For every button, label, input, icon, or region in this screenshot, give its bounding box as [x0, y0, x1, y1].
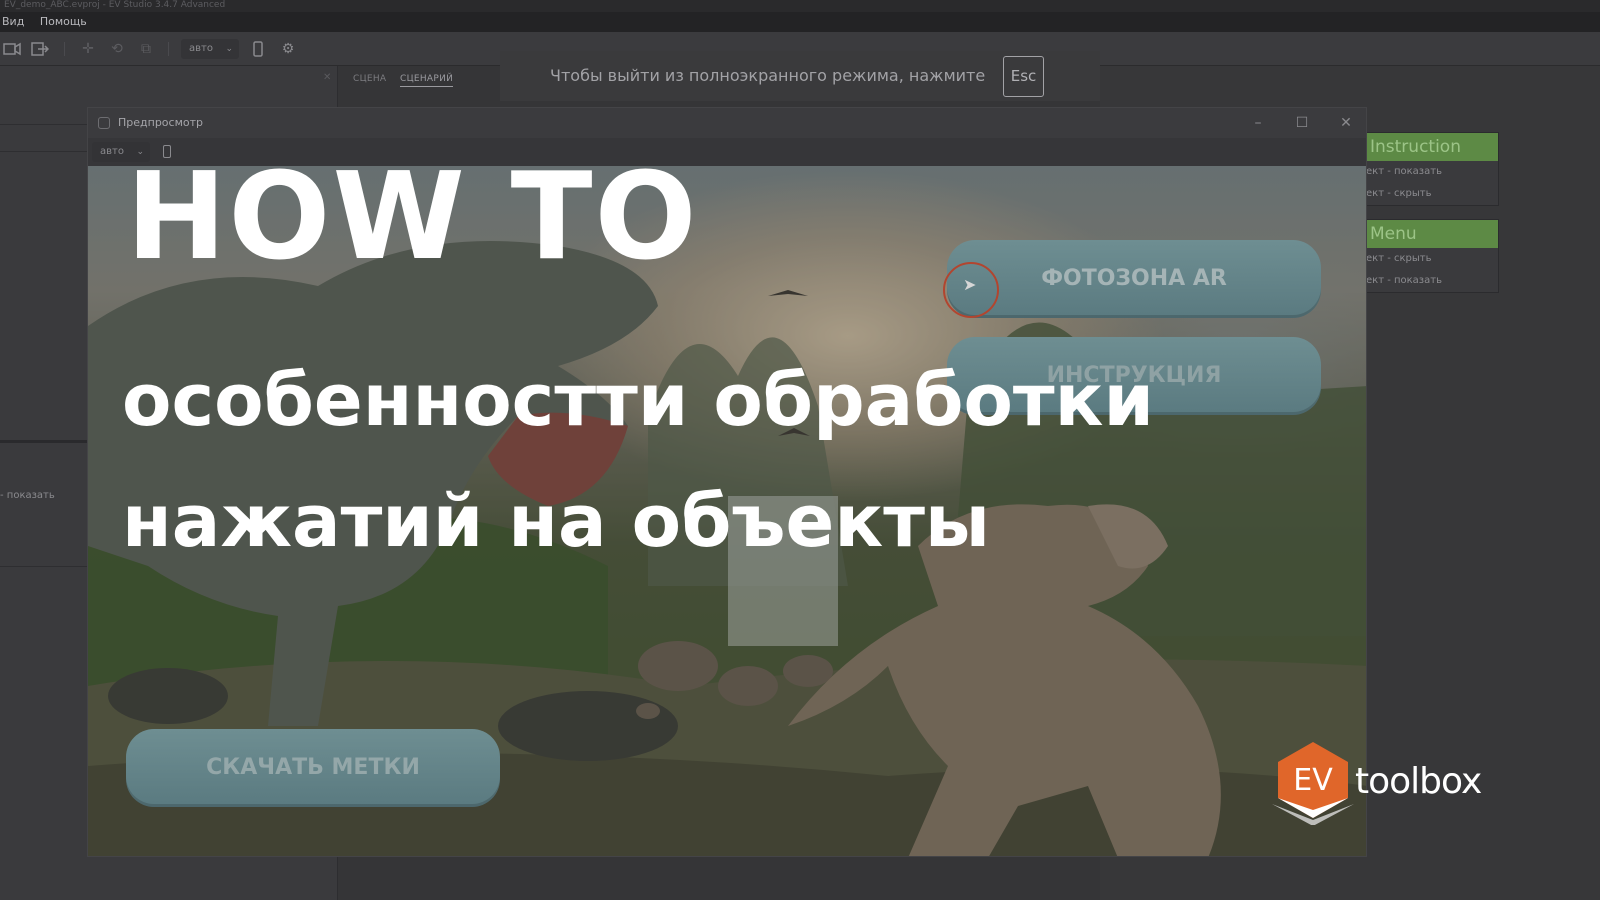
menu-help[interactable]: Помощь [40, 15, 87, 28]
tab-scene[interactable]: СЦЕНА [353, 74, 386, 84]
preview-titlebar: Предпросмотр – ☐ ✕ [88, 108, 1366, 138]
preview-scale-value: авто [100, 146, 124, 157]
maximize-icon[interactable]: ☐ [1282, 108, 1322, 138]
action-show-label: - показать [0, 490, 55, 501]
scenario-node-instruction[interactable]: Instruction ект - показать ект - скрыть [1365, 132, 1499, 206]
download-markers-button[interactable]: СКАЧАТЬ МЕТКИ [126, 729, 500, 807]
minimize-icon[interactable]: – [1238, 108, 1278, 138]
phone-icon[interactable] [249, 41, 267, 57]
logo-mark-text: EV [1293, 763, 1333, 798]
preview-app-icon [98, 117, 110, 129]
close-icon[interactable]: ✕ [323, 72, 331, 83]
logo-name: toolbox [1355, 761, 1482, 802]
node-title: Instruction [1366, 133, 1498, 161]
node-row[interactable]: ект - показать [1366, 161, 1498, 183]
close-icon[interactable]: ✕ [1326, 108, 1366, 138]
ev-logo-mark: EV [1272, 742, 1354, 826]
window-title: EV_demo_ABC.evproj - EV Studio 3.4.7 Adv… [0, 0, 1600, 12]
export-icon[interactable] [31, 41, 50, 57]
menu-bar: Вид Помощь [0, 12, 1600, 32]
fullscreen-hint: Чтобы выйти из полноэкранного режима, на… [500, 51, 1100, 101]
node-row[interactable]: ект - скрыть [1366, 183, 1498, 205]
menu-view[interactable]: Вид [2, 15, 24, 28]
tab-scenario[interactable]: СЦЕНАРИЙ [400, 74, 454, 87]
node-title: Menu [1366, 220, 1498, 248]
subtitle-line-1: особенностти обработки [122, 358, 1154, 442]
scale-icon[interactable]: ⧉ [137, 41, 155, 57]
rotate-icon[interactable]: ⟲ [108, 41, 126, 57]
video-icon[interactable] [3, 41, 21, 57]
toolbar-divider [168, 42, 169, 56]
ev-toolbox-logo: EV toolbox [1268, 740, 1508, 826]
chevron-down-icon: ⌄ [225, 44, 233, 54]
app-root: EV_demo_ABC.evproj - EV Studio 3.4.7 Adv… [0, 0, 1600, 900]
preview-title: Предпросмотр [118, 116, 203, 129]
subtitle-line-2: нажатий на объекты [122, 479, 991, 563]
move-icon[interactable]: ✛ [79, 41, 97, 57]
gear-icon[interactable]: ⚙ [279, 41, 297, 57]
node-row[interactable]: ект - показать [1366, 270, 1498, 292]
scenario-node-menu[interactable]: Menu ект - скрыть ект - показать [1365, 219, 1499, 293]
cursor-icon: ➤ [963, 275, 977, 294]
photo-zone-button[interactable]: ФОТОЗОНА AR [947, 240, 1321, 318]
scale-select[interactable]: авто ⌄ [181, 39, 239, 59]
toolbar-divider [64, 42, 65, 56]
fullscreen-hint-text: Чтобы выйти из полноэкранного режима, на… [550, 66, 986, 85]
headline: HOW TO [126, 148, 699, 287]
node-row[interactable]: ект - скрыть [1366, 248, 1498, 270]
scale-select-value: авто [189, 43, 213, 54]
esc-key-badge: Esc [1003, 56, 1044, 97]
